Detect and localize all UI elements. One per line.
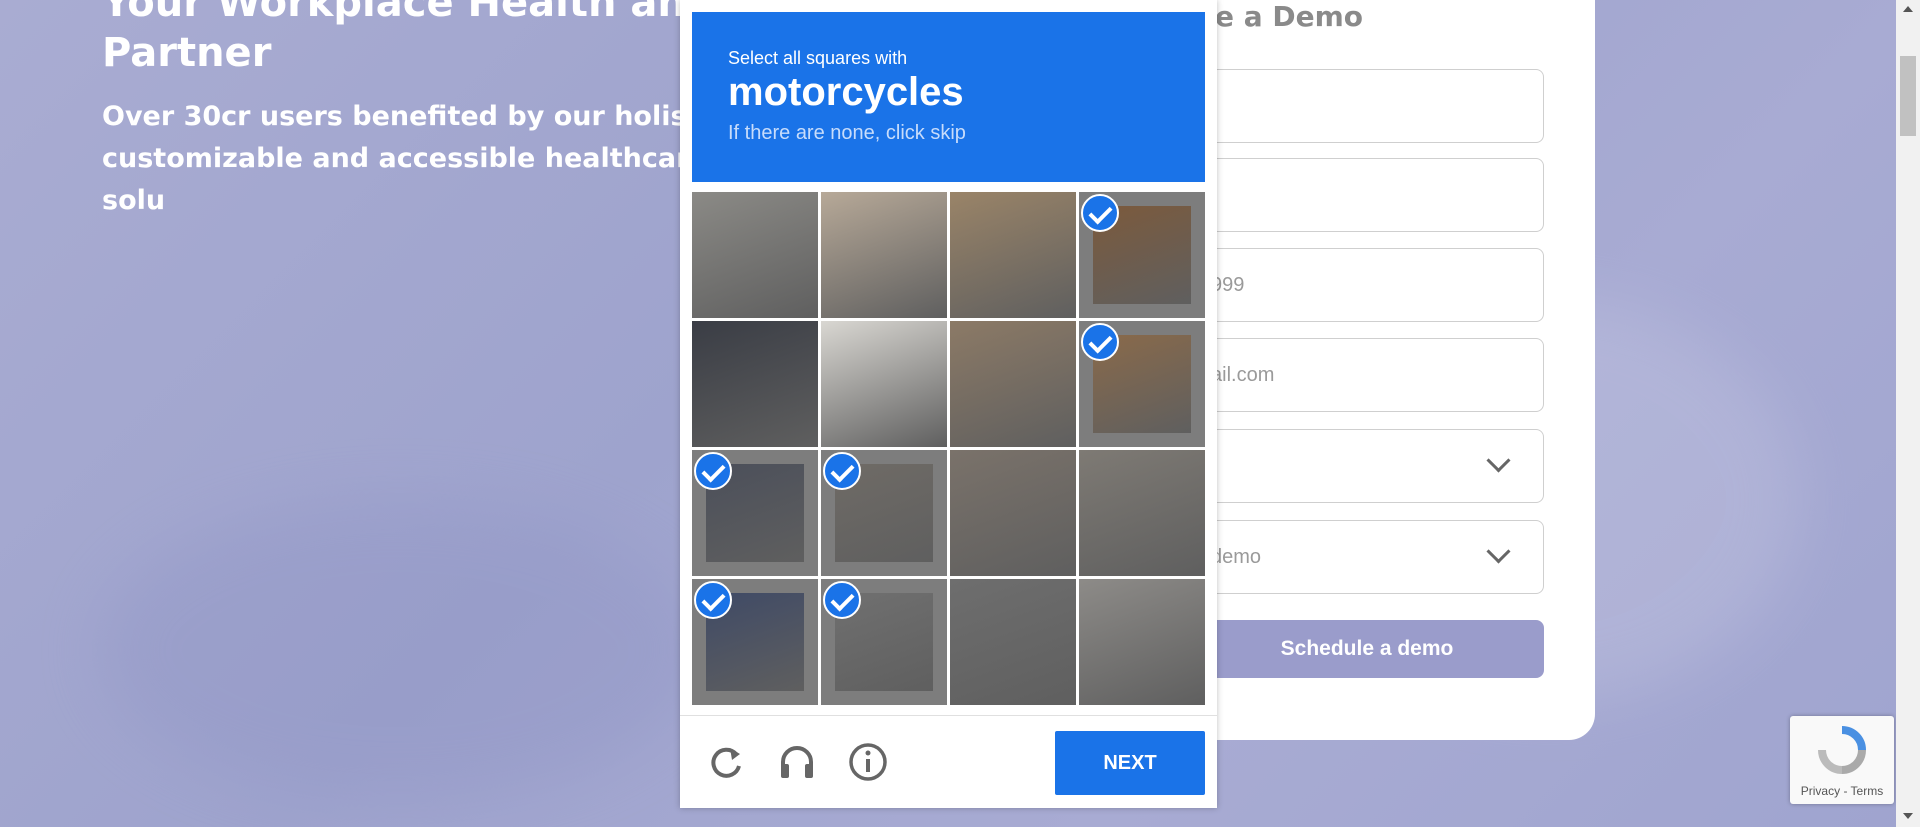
captcha-tile[interactable]: [1079, 450, 1205, 576]
captcha-dialog: Select all squares with motorcycles If t…: [680, 0, 1217, 808]
tile-image: [950, 450, 1076, 576]
checkmark-icon: [823, 581, 861, 619]
hero-subtitle: Over 30cr users benefited by our holisti…: [102, 101, 735, 216]
captcha-tile[interactable]: [950, 192, 1076, 318]
captcha-tile[interactable]: [692, 192, 818, 318]
captcha-hint: If there are none, click skip: [728, 122, 966, 144]
captcha-tile[interactable]: [821, 579, 947, 705]
phone-field[interactable]: 999: [1190, 248, 1544, 322]
tile-image: [950, 192, 1076, 318]
scroll-down-icon[interactable]: [1903, 813, 1913, 819]
email-field[interactable]: ail.com: [1190, 338, 1544, 412]
company-field[interactable]: t: [1190, 158, 1544, 232]
name-field[interactable]: [1190, 69, 1544, 143]
captcha-tile[interactable]: [950, 579, 1076, 705]
tile-image: [821, 321, 947, 447]
recaptcha-badge[interactable]: Privacy - Terms: [1790, 716, 1894, 804]
captcha-tile[interactable]: [950, 450, 1076, 576]
captcha-tile[interactable]: [821, 450, 947, 576]
captcha-tile[interactable]: [1079, 192, 1205, 318]
captcha-tile[interactable]: [821, 192, 947, 318]
tile-image: [950, 321, 1076, 447]
captcha-tile[interactable]: [1079, 579, 1205, 705]
recaptcha-logo-icon: [1818, 726, 1866, 774]
tile-image: [1079, 450, 1205, 576]
captcha-header: Select all squares with motorcycles If t…: [692, 12, 1205, 182]
checkmark-icon: [1081, 194, 1119, 232]
scroll-thumb[interactable]: [1900, 56, 1916, 136]
captcha-tile[interactable]: [821, 321, 947, 447]
captcha-tile[interactable]: [692, 579, 818, 705]
scroll-up-icon[interactable]: [1903, 6, 1913, 12]
reload-icon[interactable]: [706, 742, 746, 782]
headphones-icon[interactable]: [777, 742, 817, 782]
captcha-grid: [692, 192, 1205, 705]
chevron-down-icon: [1486, 448, 1511, 473]
page-scrollbar[interactable]: [1896, 0, 1920, 827]
next-button[interactable]: NEXT: [1055, 731, 1205, 795]
tile-image: [1079, 579, 1205, 705]
demo-type-select[interactable]: demo: [1190, 520, 1544, 594]
captcha-tile[interactable]: [950, 321, 1076, 447]
checkmark-icon: [694, 452, 732, 490]
employees-select[interactable]: ): [1190, 429, 1544, 503]
checkmark-icon: [1081, 323, 1119, 361]
checkmark-icon: [823, 452, 861, 490]
form-title: e a Demo: [1215, 0, 1364, 33]
tile-image: [692, 192, 818, 318]
tile-image: [821, 192, 947, 318]
captcha-tile[interactable]: [692, 450, 818, 576]
captcha-tile[interactable]: [1079, 321, 1205, 447]
captcha-target: motorcycles: [728, 70, 964, 114]
tile-image: [692, 321, 818, 447]
tile-image: [950, 579, 1076, 705]
schedule-demo-button[interactable]: Schedule a demo: [1190, 620, 1544, 678]
hero-title: Your Workplace Health and W Partner: [102, 0, 773, 76]
chevron-down-icon: [1486, 539, 1511, 564]
captcha-instruction: Select all squares with: [728, 48, 908, 68]
captcha-footer: NEXT: [680, 715, 1217, 809]
recaptcha-terms[interactable]: Privacy - Terms: [1790, 784, 1894, 798]
checkmark-icon: [694, 581, 732, 619]
captcha-tile[interactable]: [692, 321, 818, 447]
info-icon[interactable]: [848, 742, 888, 782]
